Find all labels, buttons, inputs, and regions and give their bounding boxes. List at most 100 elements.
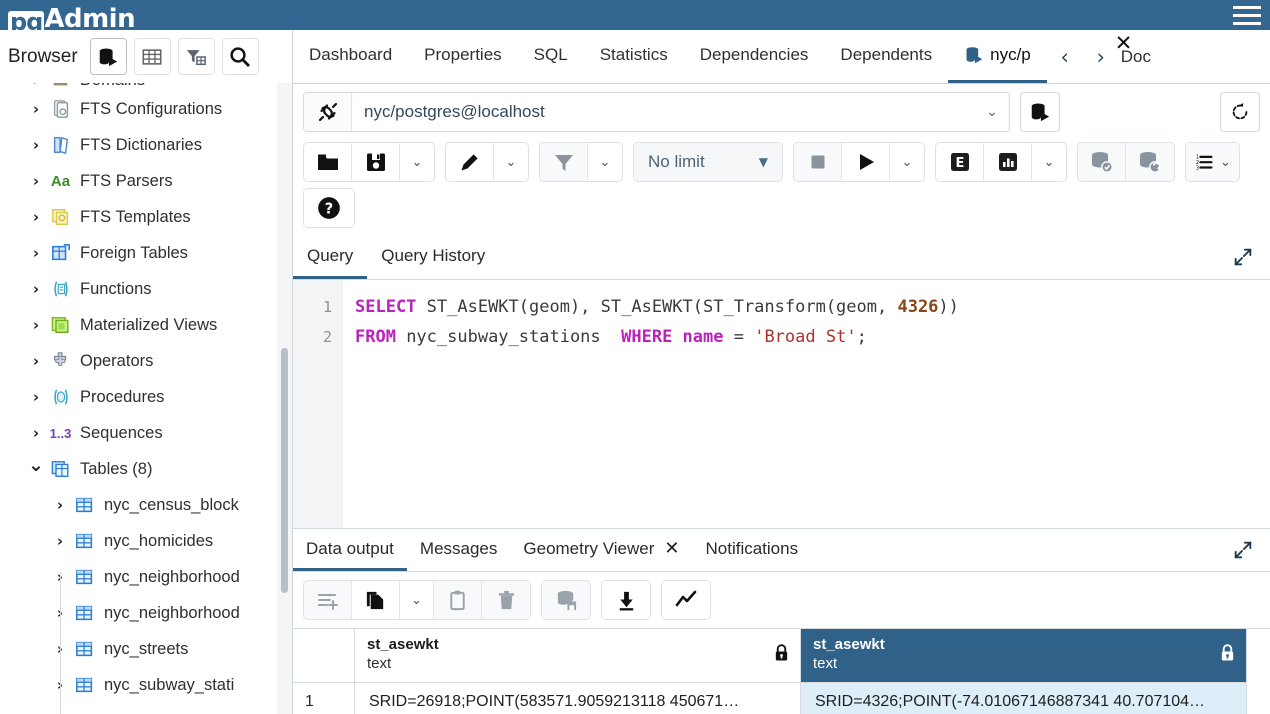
tree-item-fts-parsers[interactable]: › Aa FTS Parsers [0,163,292,199]
chevron-right-icon[interactable]: › [28,424,44,442]
tree-item-functions[interactable]: › Functions [0,271,292,307]
tab-geometry-viewer[interactable]: Geometry Viewer ✕ [510,529,692,571]
table-cell[interactable]: SRID=4326;POINT(-74.01067146887341 40.70… [801,683,1247,714]
tab-query-history[interactable]: Query History [367,236,499,279]
tree-item-nyc-homicides[interactable]: › nyc_homicides [0,523,292,559]
close-icon[interactable]: ✕ [664,538,679,559]
tab-notifications[interactable]: Notifications [693,529,812,571]
table-row[interactable]: 1 SRID=26918;POINT(583571.9059213118 4506… [293,683,1270,714]
chevron-right-icon[interactable]: › [28,172,44,190]
explain-options-dropdown[interactable]: ⌄ [1032,143,1066,181]
copy-button[interactable] [352,581,400,619]
explain-button[interactable]: E [936,143,984,181]
chevron-right-icon[interactable]: › [52,532,68,550]
tab-next-button[interactable]: › [1083,30,1119,83]
expand-editor-button[interactable] [1230,244,1256,270]
explain-analyze-button[interactable] [984,143,1032,181]
tree-item-fts-dictionaries[interactable]: › FTS Dictionaries [0,127,292,163]
column-header[interactable]: st_asewkt text [355,629,801,683]
chevron-right-icon[interactable]: › [52,496,68,514]
docs-tab[interactable]: ✕ Doc [1115,30,1151,83]
chevron-right-icon[interactable]: › [28,83,44,89]
chevron-right-icon[interactable]: › [28,316,44,334]
tree-item-nyc-census-block[interactable]: › nyc_census_block [0,487,292,523]
filter-dropdown[interactable]: ⌄ [588,143,622,181]
execute-query-button[interactable] [842,143,890,181]
macros-button[interactable]: 1 2 3 ⌄ [1186,143,1239,181]
download-button[interactable] [602,581,650,619]
copy-dropdown[interactable]: ⌄ [400,581,434,619]
chevron-down-icon[interactable]: ⌄ [28,454,44,476]
execute-dropdown[interactable]: ⌄ [890,143,924,181]
add-row-button[interactable] [304,581,352,619]
tab-prev-button[interactable]: ‹ [1047,30,1083,83]
reset-layout-button[interactable] [1220,92,1260,132]
stop-query-button[interactable] [794,143,842,181]
chevron-right-icon[interactable]: › [28,352,44,370]
save-file-dropdown[interactable]: ⌄ [400,143,434,181]
tree-item-domains[interactable]: › Domains [0,83,292,91]
tree-item-foreign-tables[interactable]: › Foreign Tables [0,235,292,271]
tab-statistics[interactable]: Statistics [584,30,684,83]
tab-nyc-p[interactable]: nyc/p [948,30,1047,83]
column-header[interactable]: st_asewkt text [801,629,1247,683]
tree-item-nyc-streets[interactable]: ›nyc_streets [0,631,292,667]
results-grid[interactable]: st_asewkt text st_asewkt text 1 SRID=26918;P… [293,628,1270,714]
object-tree[interactable]: › Domains › FTS Configurations › FTS Dictiona… [0,83,292,714]
filter-button[interactable] [540,143,588,181]
chevron-right-icon[interactable]: › [28,388,44,406]
chevron-down-icon[interactable]: ⌄ [975,104,1009,120]
tree-item-tables-8[interactable]: ⌄ Tables (8) [0,451,292,487]
grid-save-group [541,580,591,620]
tab-sql[interactable]: SQL [518,30,584,83]
edit-dropdown[interactable]: ⌄ [494,143,528,181]
tree-item-operators[interactable]: › Operators [0,343,292,379]
tree-item-sequences[interactable]: › 1..3 Sequences [0,415,292,451]
tree-item-nyc-neighborhood[interactable]: ›nyc_neighborhood [0,595,292,631]
hamburger-menu-icon[interactable] [1224,0,1270,30]
commit-button[interactable] [1078,143,1126,181]
graph-visualiser-button[interactable] [662,581,710,619]
paste-button[interactable] [434,581,482,619]
edit-button[interactable] [446,143,494,181]
open-file-button[interactable] [304,143,352,181]
grid-view-button[interactable] [133,38,171,75]
chevron-right-icon[interactable]: › [28,280,44,298]
chevron-right-icon[interactable]: › [28,136,44,154]
chevron-right-icon[interactable]: › [28,100,44,118]
tab-dashboard[interactable]: Dashboard [293,30,408,83]
delete-row-button[interactable] [482,581,530,619]
row-limit-select[interactable]: No limit ▼ [634,143,782,181]
tab-dependencies[interactable]: Dependencies [684,30,825,83]
editor-code[interactable]: SELECT ST_AsEWKT(geom), ST_AsEWKT(ST_Tra… [343,280,1270,528]
expand-output-button[interactable] [1230,537,1256,563]
tree-scrollbar-thumb[interactable] [281,348,288,593]
save-data-button[interactable] [542,581,590,619]
tree-item-fts-configurations[interactable]: › FTS Configurations [0,91,292,127]
tree-item-nyc-neighborhood[interactable]: ›nyc_neighborhood [0,559,292,595]
rollback-button[interactable] [1126,143,1174,181]
tab-messages[interactable]: Messages [407,529,510,571]
tree-item-nyc-subway-stati[interactable]: ›nyc_subway_stati [0,667,292,703]
table-cell[interactable]: SRID=26918;POINT(583571.9059213118 45067… [355,683,801,714]
tree-item-procedures[interactable]: › Procedures [0,379,292,415]
tree-item-materialized-views[interactable]: › Materialized Views [0,307,292,343]
filter-view-button[interactable] [177,38,215,75]
new-query-tool-button[interactable] [1020,92,1060,132]
chevron-right-icon[interactable]: › [28,244,44,262]
tree-scrollbar-track[interactable] [277,83,292,714]
sql-editor[interactable]: 12 SELECT ST_AsEWKT(geom), ST_AsEWKT(ST_… [293,280,1270,528]
tab-dependents[interactable]: Dependents [824,30,948,83]
chevron-down-icon: ⌄ [505,154,517,170]
help-button[interactable]: ? [304,189,354,227]
close-icon[interactable]: ✕ [1115,31,1133,55]
search-objects-button[interactable] [221,38,259,75]
tab-properties[interactable]: Properties [408,30,517,83]
tab-data-output[interactable]: Data output [293,529,407,571]
chevron-right-icon[interactable]: › [28,208,44,226]
object-explorer-button[interactable] [89,38,127,75]
save-file-button[interactable] [352,143,400,181]
connection-select[interactable]: nyc/postgres@localhost ⌄ [303,92,1010,132]
tab-query[interactable]: Query [293,236,368,279]
tree-item-fts-templates[interactable]: › FTS Templates [0,199,292,235]
